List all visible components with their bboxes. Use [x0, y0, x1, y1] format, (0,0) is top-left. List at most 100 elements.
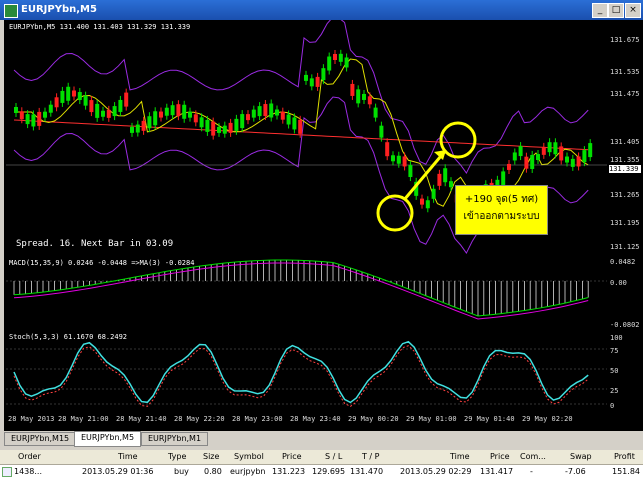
candle-body	[101, 110, 105, 117]
macd-line	[13, 259, 589, 317]
time-label: 29 May 01:00	[406, 415, 457, 423]
stoch-axis: 100 75 50 25 0	[608, 332, 643, 413]
candle-body	[246, 114, 250, 121]
open-time-cell: 2013.05.29 01:36	[82, 467, 154, 476]
macd-axis-label: -0.0802	[610, 321, 640, 329]
candle-body	[518, 146, 523, 157]
candle-body	[385, 142, 390, 157]
macd-axis: 0.0482 0.00 -0.0802	[608, 258, 643, 330]
candle-body	[112, 106, 117, 117]
candle-body	[60, 90, 65, 103]
candle-body	[72, 90, 76, 97]
candle-body	[48, 104, 53, 113]
candle-body	[321, 68, 326, 81]
tab-eurjpy-m5[interactable]: EURJPYbn,M5	[74, 431, 142, 447]
stoch-pane[interactable]: Stoch(5,3,3) 61.1670 68.2492	[6, 332, 607, 413]
stoch-axis-label: 50	[610, 367, 619, 375]
candle-body	[66, 86, 71, 101]
table-row[interactable]: 1438... 2013.05.29 01:36 buy 0.80 eurjpy…	[0, 465, 643, 479]
candle-body	[251, 109, 256, 118]
entry-circle	[376, 194, 414, 232]
column-header[interactable]: Order	[18, 452, 41, 461]
stoch-main-line	[13, 340, 589, 404]
macd-chart-svg	[6, 259, 607, 320]
candle-body	[141, 120, 146, 131]
order-icon	[2, 467, 12, 477]
candle-body	[83, 95, 88, 106]
candle-body	[135, 124, 140, 133]
tab-eurjpy-m1[interactable]: EURJPYbn,M1	[141, 432, 209, 446]
upper-band-line	[13, 16, 589, 175]
column-header[interactable]: Profit	[614, 452, 635, 461]
candle-body	[553, 142, 558, 155]
price-label: 131.405	[610, 138, 640, 146]
current-price-tag: 131.339	[609, 165, 641, 173]
column-header[interactable]: Size	[203, 452, 219, 461]
time-label: 28 May 2013	[8, 415, 55, 423]
candle-body	[530, 154, 535, 169]
candle-body	[559, 146, 564, 161]
macd-axis-label: 0.0482	[610, 258, 636, 266]
candle-body	[298, 119, 303, 134]
candle-body	[263, 104, 268, 117]
macd-pane[interactable]: MACD(15,35,9) 0.0246 -0.0448 =>MA(3) -0.…	[6, 258, 607, 330]
candle-body	[269, 103, 274, 118]
time-label: 28 May 23:00	[232, 415, 283, 423]
candle-body	[159, 111, 163, 118]
candle-body	[222, 125, 227, 134]
candle-body	[217, 126, 221, 133]
candle-body	[257, 106, 262, 117]
close-icon[interactable]: ×	[625, 3, 641, 18]
column-header[interactable]: Time	[118, 452, 138, 461]
column-header[interactable]: Price	[282, 452, 302, 461]
candle-body	[379, 125, 384, 138]
minimize-icon[interactable]: _	[592, 3, 608, 18]
annotation-line-2: เข้าออกตามระบบ	[463, 211, 540, 222]
trade-terminal: Order Time Type Size Symbol Price S / L …	[0, 450, 643, 480]
candle-body	[425, 200, 430, 209]
price-pane[interactable]: EURJPYbn,M5 131.400 131.403 131.329 131.…	[6, 16, 607, 256]
price-label: 131.355	[610, 156, 640, 164]
time-label: 29 May 00:20	[348, 415, 399, 423]
candle-body	[501, 171, 506, 186]
time-label: 28 May 22:20	[174, 415, 225, 423]
chart-area[interactable]: EURJPYbn,M5 131.400 131.403 131.329 131.…	[4, 16, 643, 431]
candle-body	[443, 168, 448, 183]
candle-body	[512, 152, 517, 161]
candle-body	[188, 111, 192, 118]
column-header[interactable]: Com...	[520, 452, 546, 461]
annotation-line-1: +190 จุด(5 ทศ)	[464, 194, 539, 205]
price-label: 131.125	[610, 243, 640, 251]
tab-eurjpy-m15[interactable]: EURJPYbn,M15	[4, 432, 77, 446]
table-header: Order Time Type Size Symbol Price S / L …	[0, 450, 643, 465]
price-header: EURJPYbn,M5 131.400 131.403 131.329 131.…	[9, 23, 191, 31]
price-label: 131.475	[610, 90, 640, 98]
column-header[interactable]: Symbol	[234, 452, 264, 461]
candle-body	[541, 146, 546, 155]
candle-body	[77, 92, 82, 101]
column-header[interactable]: Price	[490, 452, 510, 461]
candle-body	[240, 114, 245, 129]
candle-body	[524, 156, 529, 169]
candle-body	[367, 96, 372, 105]
candle-body	[205, 119, 210, 132]
stoch-axis-label: 100	[610, 334, 623, 342]
type-cell: buy	[174, 467, 189, 476]
time-label: 29 May 01:40	[464, 415, 515, 423]
column-header[interactable]: Type	[168, 452, 186, 461]
candle-body	[391, 155, 395, 162]
column-header[interactable]: S / L	[325, 452, 342, 461]
candle-body	[402, 156, 407, 167]
candle-body	[362, 93, 366, 100]
candle-body	[130, 126, 134, 133]
column-header[interactable]: T / P	[362, 452, 380, 461]
candle-body	[507, 163, 511, 170]
candle-body	[106, 109, 111, 118]
column-header[interactable]: Swap	[570, 452, 592, 461]
candle-body	[14, 107, 18, 113]
price-axis[interactable]: 131.675 131.535 131.475 131.405 131.355 …	[608, 20, 643, 256]
chart-tabs: EURJPYbn,M15 EURJPYbn,M5 EURJPYbn,M1	[0, 431, 643, 447]
column-header[interactable]: Time	[450, 452, 470, 461]
maximize-icon[interactable]: □	[608, 3, 624, 18]
candle-body	[228, 122, 233, 133]
